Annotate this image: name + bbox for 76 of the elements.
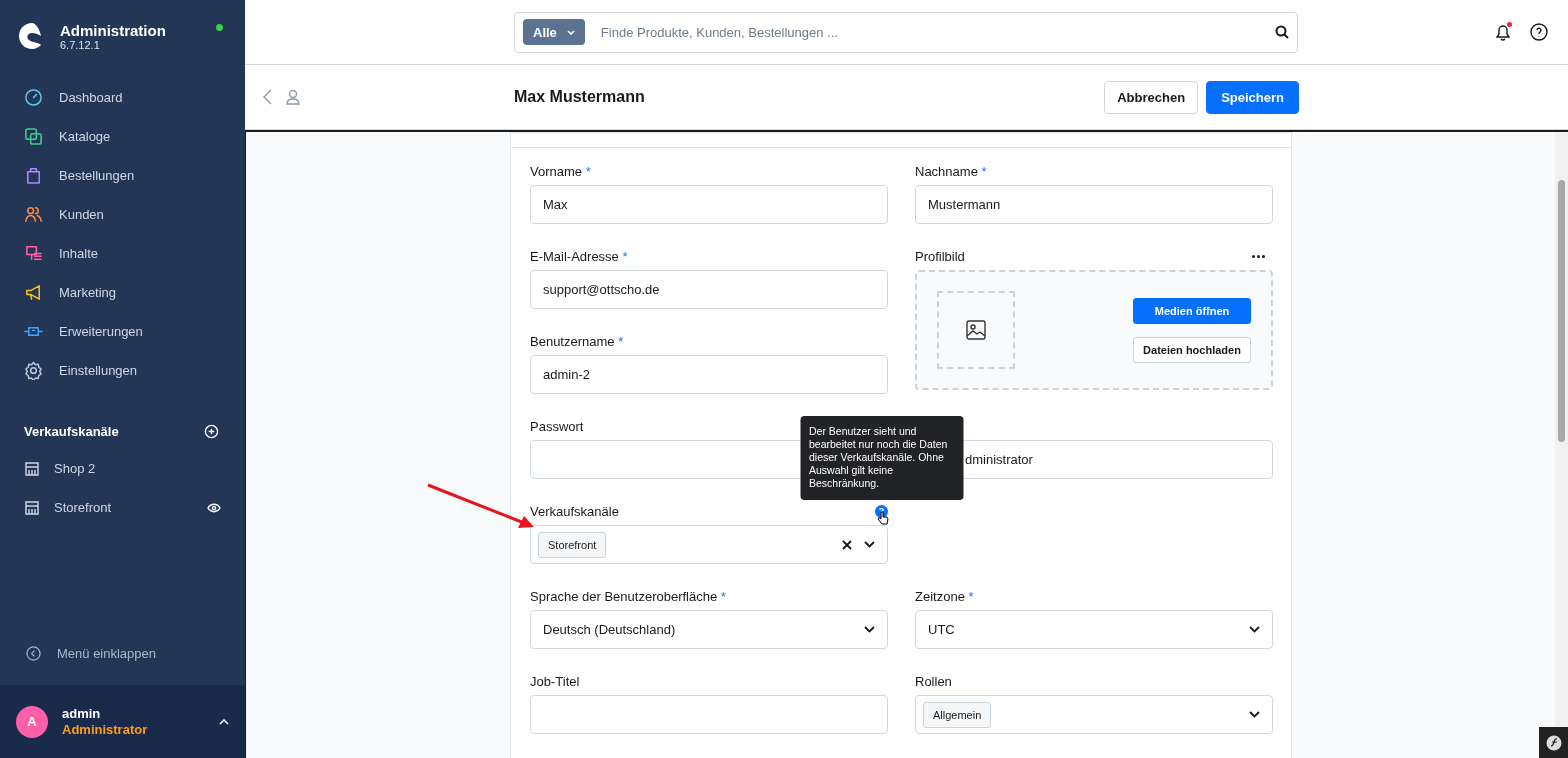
field-label: Verkaufskanäle: [530, 503, 619, 519]
nav-item[interactable]: Dashboard: [59, 90, 123, 105]
copy-icon: [24, 127, 43, 146]
field-label: Benutzername *: [530, 333, 624, 349]
back-icon[interactable]: [263, 89, 272, 105]
input-field[interactable]: Max: [530, 185, 888, 224]
add-icon[interactable]: [204, 423, 219, 439]
user-icon: [286, 89, 300, 105]
eye-icon[interactable]: [207, 502, 221, 513]
nav-item[interactable]: Erweiterungen: [59, 324, 143, 339]
field-label: Rollen: [915, 673, 952, 689]
input-field[interactable]: admin-2: [530, 355, 888, 394]
open-media-button[interactable]: Medien öffnen: [1133, 297, 1251, 324]
user-role: Administrator: [62, 722, 149, 737]
field-label: Zeitzone *: [915, 588, 974, 604]
field-label: Profilbild: [915, 248, 965, 264]
speedometer-icon: [24, 88, 43, 107]
megaphone-icon: [24, 283, 43, 302]
input-field[interactable]: support@ottscho.de: [530, 270, 888, 309]
tag[interactable]: Allgemein: [923, 701, 992, 728]
input-field[interactable]: Mustermann: [915, 185, 1273, 224]
multiselect-field[interactable]: Allgemein: [915, 695, 1273, 734]
clear-icon[interactable]: [842, 539, 852, 550]
field-label: Nachname *: [915, 163, 987, 179]
nav-item[interactable]: Kunden: [59, 207, 104, 222]
settings-icon: [24, 361, 43, 380]
scrollbar[interactable]: [1555, 132, 1568, 727]
image-icon: [966, 320, 986, 340]
nav-item[interactable]: Einstellungen: [59, 363, 138, 378]
tag[interactable]: Storefront: [538, 531, 607, 558]
bag-icon: [24, 166, 43, 185]
store-icon: [24, 460, 40, 477]
more-icon[interactable]: [1252, 254, 1265, 258]
help-icon[interactable]: [1530, 22, 1548, 41]
search-filter-dropdown[interactable]: Alle: [523, 19, 585, 45]
chevron-down-icon[interactable]: [864, 626, 875, 633]
user-avatar: A: [16, 705, 48, 738]
chevron-down-icon[interactable]: [1249, 626, 1260, 633]
users-icon: [24, 205, 43, 224]
select-field[interactable]: Deutsch (Deutschland): [530, 610, 888, 649]
sales-channel-item[interactable]: Shop 2: [54, 461, 221, 476]
save-button[interactable]: Speichern: [1206, 80, 1299, 114]
upload-area[interactable]: Medien öffnen Dateien hochladen: [915, 270, 1273, 390]
select-field[interactable]: UTC: [915, 610, 1273, 649]
search-icon[interactable]: [1275, 25, 1289, 39]
page-title: Max Mustermann: [514, 88, 646, 106]
nav-item[interactable]: Kataloge: [59, 129, 111, 144]
nav-item[interactable]: Inhalte: [59, 246, 99, 261]
collapse-menu-link[interactable]: Menü einklappen: [57, 645, 157, 661]
chevron-left-icon[interactable]: [26, 645, 41, 661]
chevron-down-icon: [566, 29, 575, 35]
app-title: Administration: [60, 21, 166, 39]
input-field[interactable]: [530, 695, 888, 734]
cancel-button[interactable]: Abbrechen: [1104, 80, 1199, 114]
chevron-down-icon[interactable]: [864, 541, 875, 548]
version-label: 6.7.12.1: [60, 38, 101, 51]
field-label: Passwort: [530, 418, 584, 434]
field-label: Job-Titel: [530, 673, 580, 689]
nav-item[interactable]: Bestellungen: [59, 168, 135, 183]
upload-files-button[interactable]: Dateien hochladen: [1133, 336, 1251, 363]
multiselect-field[interactable]: Storefront: [530, 525, 888, 564]
field-label: E-Mail-Adresse *: [530, 248, 628, 264]
tooltip: Der Benutzer sieht und bearbeitet nur noch die Daten dieser Verkaufskanäle. Ohne Auswahl gilt keine Beschränkung.: [800, 415, 963, 500]
debug-toolbar-icon[interactable]: [1545, 734, 1562, 751]
section-title: Verkaufskanäle: [24, 423, 119, 439]
chevron-down-icon[interactable]: [1249, 711, 1260, 718]
search-field[interactable]: Alle Finde Produkte, Kunden, Bestellungen ...: [514, 11, 1298, 53]
field-label: Sprache der Benutzeroberfläche *: [530, 588, 726, 604]
field-label: Vorname *: [530, 163, 591, 179]
sales-channel-item[interactable]: Storefront: [54, 500, 193, 515]
store-icon: [24, 499, 40, 516]
bell-icon[interactable]: [1494, 22, 1512, 42]
user-name: admin: [62, 706, 102, 721]
nav-item[interactable]: Marketing: [59, 285, 117, 300]
content-icon: [24, 244, 43, 263]
chevron-up-icon[interactable]: [219, 718, 229, 725]
